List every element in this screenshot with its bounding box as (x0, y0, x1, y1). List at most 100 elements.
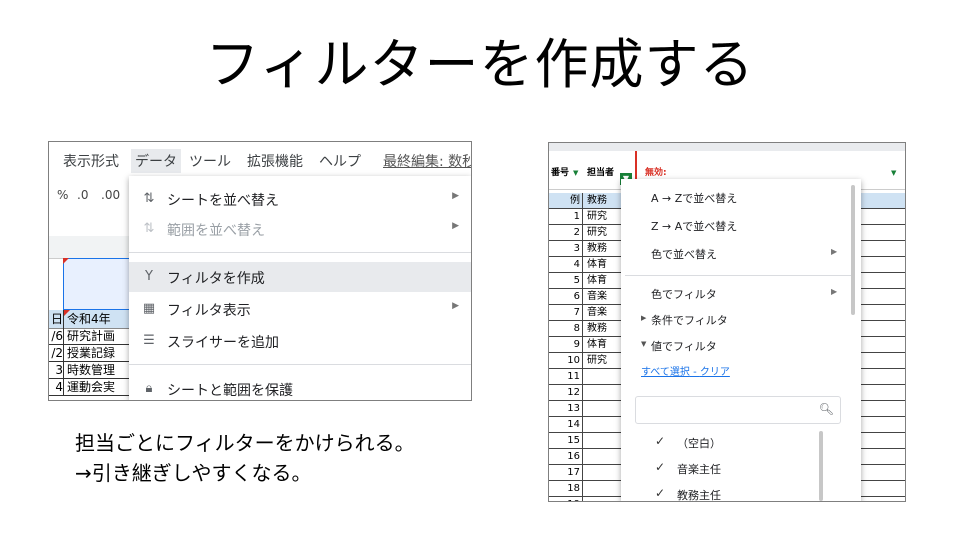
cell-text: 体育 (587, 259, 607, 270)
menu-item-label: フィルタを作成 (167, 271, 265, 287)
menu-item-create-filter[interactable]: Y フィルタを作成 (129, 262, 471, 292)
row-number: 2 (549, 225, 583, 240)
menu-scrollbar[interactable] (851, 185, 855, 315)
row-number: /6 (49, 328, 64, 344)
decrease-decimal-button[interactable]: .0 (77, 188, 88, 202)
filter-search-input[interactable]: 🔍︎ (635, 396, 841, 424)
row-number: 9 (549, 337, 583, 352)
menu-bar: 表示形式 データ ツール 拡張機能 ヘルプ 最終編集: 数秒 (49, 142, 471, 176)
row-number: 15 (549, 433, 583, 448)
cell-text: 運動会実 (67, 380, 116, 394)
comment-marker-icon (63, 258, 69, 264)
menu-item-label: 条件でフィルタ (651, 314, 728, 327)
row-number: 5 (549, 273, 583, 288)
cell-text: 研究 (587, 355, 607, 366)
sort-a-to-z-item[interactable]: A → Zで並べ替え (621, 185, 861, 209)
caption-line-2: →引き継ぎしやすくなる。 (75, 461, 312, 485)
menu-item-label: シートと範囲を保護 (167, 383, 293, 399)
cell-text: 令和4年 (67, 312, 111, 326)
cell-text: 体育 (587, 339, 607, 350)
sort-z-to-a-item[interactable]: Z → Aで並べ替え (621, 213, 861, 237)
caption-line-1: 担当ごとにフィルターをかけられる。 (75, 431, 415, 455)
toolbar: % .0 .00 (49, 176, 129, 212)
row-number: 日 (50, 310, 64, 328)
menu-extensions[interactable]: 拡張機能 (247, 151, 303, 171)
menu-item-label: シートを並べ替え (167, 193, 279, 209)
filter-by-values-item[interactable]: ▼ 値でフィルタ (621, 333, 861, 357)
cell-text: 研究 (587, 211, 607, 222)
search-icon: 🔍︎ (818, 402, 834, 416)
cell-text: 音楽 (587, 307, 607, 318)
comment-marker-icon (64, 310, 70, 316)
slicer-icon: ☰ (143, 333, 155, 348)
menu-help[interactable]: ヘルプ (319, 151, 361, 171)
row-number: 17 (549, 465, 583, 480)
percent-button[interactable]: % (57, 188, 68, 202)
submenu-arrow-icon: ▶ (452, 221, 459, 231)
row-number: 4 (549, 257, 583, 272)
filter-by-color-item[interactable]: 色でフィルタ ▶ (621, 281, 861, 305)
expand-caret-icon: ▶ (641, 314, 647, 322)
menu-item-protect[interactable]: 🔒︎ シートと範囲を保護 (129, 374, 471, 400)
value-checkbox-item[interactable]: ✓ 教務主任 (655, 483, 835, 502)
menu-item-label: スライサーを追加 (167, 335, 279, 351)
slide-title: フィルターを作成する (205, 33, 755, 96)
menu-item-label: 値でフィルタ (651, 340, 717, 353)
menu-format[interactable]: 表示形式 (63, 151, 119, 171)
cell-text: 授業記録 (67, 346, 116, 360)
sort-icon: ⇅ (143, 191, 155, 206)
menu-item-label: 色でフィルタ (651, 288, 717, 301)
row-number: 8 (549, 321, 583, 336)
sort-range-icon: ⇅ (143, 221, 155, 236)
menu-item-filter-views[interactable]: ▦ フィルタ表示 ▶ (129, 294, 471, 324)
value-label: 音楽主任 (677, 463, 721, 476)
value-label: 教務主任 (677, 489, 721, 502)
select-links: すべて選択 - クリア (641, 367, 730, 378)
last-edit-link[interactable]: 最終編集: 数秒 (383, 151, 471, 171)
value-checkbox-item[interactable]: ✓ （空白） (655, 431, 835, 453)
menu-data[interactable]: データ (131, 149, 181, 173)
lock-icon: 🔒︎ (145, 381, 153, 396)
increase-decimal-button[interactable]: .00 (101, 188, 120, 202)
filter-toggle-icon[interactable]: ▼ (573, 169, 578, 177)
menu-divider (625, 275, 855, 276)
check-icon: ✓ (655, 486, 666, 500)
data-dropdown-menu: ⇅ シートを並べ替え ▶ ⇅ 範囲を並べ替え ▶ Y フィルタを作成 ▦ フィル… (129, 176, 471, 400)
row-number: 12 (549, 385, 583, 400)
clear-link[interactable]: クリア (700, 367, 730, 378)
submenu-arrow-icon: ▶ (452, 301, 459, 311)
cell-text: 体育 (587, 275, 607, 286)
row-number: 6 (549, 289, 583, 304)
menu-item-label: 色で並べ替え (651, 248, 717, 261)
menu-item-sort-sheet[interactable]: ⇅ シートを並べ替え ▶ (129, 184, 471, 214)
menu-item-sort-range[interactable]: ⇅ 範囲を並べ替え ▶ (129, 214, 471, 244)
check-icon: ✓ (655, 460, 666, 474)
menu-item-label: フィルタ表示 (167, 303, 251, 319)
value-checkbox-item[interactable]: ✓ 音楽主任 (655, 457, 835, 479)
submenu-arrow-icon: ▶ (831, 247, 838, 256)
collapse-caret-icon: ▼ (641, 340, 647, 348)
header-assignee: 担当者 (587, 168, 615, 178)
row-number: 7 (549, 305, 583, 320)
caption: 担当ごとにフィルターをかけられる。 →引き継ぎしやすくなる。 (75, 428, 415, 488)
filter-dropdown-menu: A → Zで並べ替え Z → Aで並べ替え 色で並べ替え ▶ 色でフィルタ ▶ ▶ 条… (621, 179, 861, 501)
filter-menu-screenshot: 番号 ▼ 担当者 ▼ 無効: ▼ 例教務 1 研究 2 研究 3 教務 4 体育 5 体育… (548, 142, 906, 502)
values-scrollbar[interactable] (819, 431, 823, 501)
cell-text: 時数管理 (67, 363, 116, 377)
row-number: 4 (49, 379, 64, 395)
menu-item-label: Z → Aで並べ替え (651, 220, 738, 233)
row-number: 10 (549, 353, 583, 368)
select-all-link[interactable]: すべて選択 (641, 367, 690, 378)
filter-toggle-icon[interactable]: ▼ (891, 169, 896, 177)
filter-by-condition-item[interactable]: ▶ 条件でフィルタ (621, 307, 861, 331)
menu-item-add-slicer[interactable]: ☰ スライサーを追加 (129, 326, 471, 356)
spreadsheet-menu-screenshot: 表示形式 データ ツール 拡張機能 ヘルプ 最終編集: 数秒 % .0 .00 … (48, 141, 472, 401)
menu-tools[interactable]: ツール (189, 151, 231, 171)
menu-item-label: A → Zで並べ替え (651, 192, 738, 205)
sort-by-color-item[interactable]: 色で並べ替え ▶ (621, 241, 861, 265)
value-label: （空白） (677, 437, 721, 450)
cell-text: 研究計画 (67, 329, 116, 343)
row-number: 3 (549, 241, 583, 256)
row-number: 13 (549, 401, 583, 416)
header-number: 番号 (551, 168, 570, 178)
